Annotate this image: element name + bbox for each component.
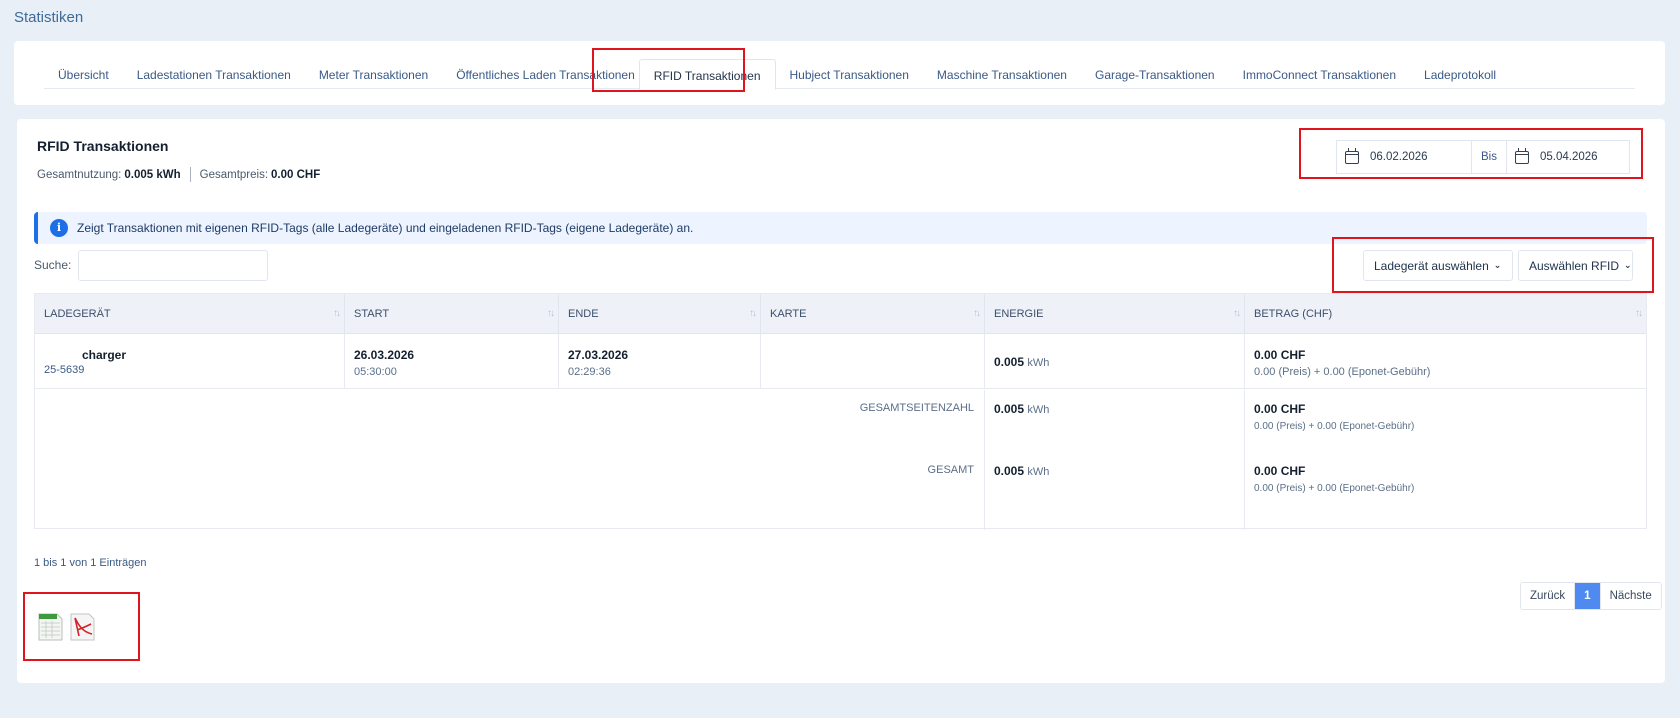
sort-icon: ↑↓ <box>973 308 981 319</box>
date-to-field[interactable]: 05.04.2026 <box>1506 141 1629 173</box>
tab-charging-stations-transactions[interactable]: Ladestationen Transaktionen <box>123 59 305 89</box>
pagination-prev-button[interactable]: Zurück <box>1521 583 1576 609</box>
date-from-field[interactable]: 06.02.2026 <box>1337 141 1472 173</box>
info-text: Zeigt Transaktionen mit eigenen RFID-Tag… <box>77 221 694 235</box>
date-to-value: 05.04.2026 <box>1540 151 1598 163</box>
table-row: charger 25-5639 26.03.2026 05:30:00 27.0… <box>35 334 1646 389</box>
column-header-end[interactable]: ENDE ↑↓ <box>559 294 761 334</box>
usage-label: Gesamtnutzung: <box>37 168 122 181</box>
cell-energy: 0.005 kWh <box>985 334 1245 389</box>
start-time: 05:30:00 <box>354 366 397 378</box>
charger-id: 25-5639 <box>44 364 85 376</box>
charger-name: charger <box>82 348 127 362</box>
table-header: LADEGERÄT ↑↓ START ↑↓ ENDE ↑↓ KARTE ↑↓ ENERG… <box>35 294 1646 334</box>
tab-public-charging-transactions[interactable]: Öffentliches Laden Transaktionen <box>442 59 639 89</box>
transactions-table: LADEGERÄT ↑↓ START ↑↓ ENDE ↑↓ KARTE ↑↓ ENERG… <box>34 293 1647 530</box>
sort-icon: ↑↓ <box>1233 308 1241 319</box>
end-time: 02:29:36 <box>568 366 611 378</box>
rfid-select-label: Auswählen RFID <box>1529 258 1620 273</box>
grand-total-amount-detail: 0.00 (Preis) + 0.00 (Eponet-Gebühr) <box>1254 483 1415 494</box>
page-title: Statistiken <box>14 9 84 26</box>
excel-export-icon[interactable] <box>37 612 64 642</box>
totals-label-column <box>35 390 985 530</box>
column-header-charger[interactable]: LADEGERÄT ↑↓ <box>35 294 345 334</box>
tab-immoconnect-transactions[interactable]: ImmoConnect Transaktionen <box>1229 59 1410 89</box>
column-header-card[interactable]: KARTE ↑↓ <box>761 294 985 334</box>
pdf-export-icon[interactable] <box>69 612 96 642</box>
cell-card <box>761 334 985 389</box>
cell-amount: 0.00 CHF 0.00 (Preis) + 0.00 (Eponet-Geb… <box>1245 334 1646 389</box>
amount-detail: 0.00 (Preis) + 0.00 (Eponet-Gebühr) <box>1254 366 1431 378</box>
date-from-value: 06.02.2026 <box>1370 151 1428 163</box>
info-alert: i Zeigt Transaktionen mit eigenen RFID-T… <box>34 212 1647 244</box>
energy-value: 0.005 <box>994 355 1025 369</box>
column-header-amount[interactable]: BETRAG (CHF) ↑↓ <box>1245 294 1646 334</box>
tab-overview[interactable]: Übersicht <box>44 59 123 89</box>
cell-charger: charger 25-5639 <box>35 334 345 389</box>
date-range-picker: 06.02.2026 Bis 05.04.2026 <box>1336 140 1630 174</box>
calendar-icon <box>1515 147 1529 164</box>
entries-info: 1 bis 1 von 1 Einträgen <box>34 557 147 569</box>
tab-rfid-transactions[interactable]: RFID Transaktionen <box>638 59 776 90</box>
charger-select-dropdown[interactable]: Ladegerät auswählen ⌄ <box>1363 250 1513 281</box>
search-label: Suche: <box>34 258 72 272</box>
calendar-icon <box>1345 147 1359 164</box>
date-range-separator: Bis <box>1481 151 1497 163</box>
section-title: RFID Transaktionen <box>37 138 169 154</box>
tab-garage-transactions[interactable]: Garage-Transaktionen <box>1081 59 1229 89</box>
search-input[interactable] <box>78 250 268 281</box>
tab-charging-log[interactable]: Ladeprotokoll <box>1410 59 1510 89</box>
grand-total-label: GESAMT <box>927 464 974 476</box>
tab-machine-transactions[interactable]: Maschine Transaktionen <box>923 59 1081 89</box>
tab-bar: Übersicht Ladestationen Transaktionen Me… <box>44 59 1635 90</box>
end-date: 27.03.2026 <box>568 348 629 362</box>
cell-end: 27.03.2026 02:29:36 <box>559 334 761 389</box>
grand-total-amount: 0.00 CHF <box>1254 464 1306 478</box>
chevron-down-icon: ⌄ <box>1624 260 1632 270</box>
pagination: Zurück 1 Nächste <box>1520 582 1662 610</box>
info-icon: i <box>50 219 68 237</box>
tab-hubject-transactions[interactable]: Hubject Transaktionen <box>776 59 923 89</box>
pagination-page-button[interactable]: 1 <box>1575 583 1600 609</box>
sort-icon: ↑↓ <box>547 308 555 319</box>
usage-value: 0.005 kWh <box>124 168 181 181</box>
tabs-card: Übersicht Ladestationen Transaktionen Me… <box>14 41 1665 105</box>
rfid-select-dropdown[interactable]: Auswählen RFID ⌄ <box>1518 250 1633 281</box>
tab-meter-transactions[interactable]: Meter Transaktionen <box>305 59 442 89</box>
chevron-down-icon: ⌄ <box>1493 260 1502 270</box>
column-header-energy[interactable]: ENERGIE ↑↓ <box>985 294 1245 334</box>
price-value: 0.00 CHF <box>271 168 321 181</box>
sort-icon: ↑↓ <box>333 308 341 319</box>
charger-select-label: Ladegerät auswählen <box>1374 258 1489 273</box>
grand-total-energy: 0.005 <box>994 464 1025 478</box>
rfid-transactions-panel: RFID Transaktionen Gesamtnutzung: 0.005 … <box>17 119 1665 683</box>
grand-total-energy-unit: kWh <box>1027 466 1050 478</box>
page-total-energy-unit: kWh <box>1027 404 1050 416</box>
sort-icon: ↑↓ <box>749 308 757 319</box>
pagination-next-button[interactable]: Nächste <box>1599 583 1661 609</box>
price-label: Gesamtpreis: <box>199 168 269 181</box>
sort-icon: ↑↓ <box>1635 308 1643 319</box>
page-total-energy: 0.005 <box>994 402 1025 416</box>
start-date: 26.03.2026 <box>354 348 415 362</box>
energy-unit: kWh <box>1027 357 1050 369</box>
column-header-start[interactable]: START ↑↓ <box>345 294 559 334</box>
cell-start: 26.03.2026 05:30:00 <box>345 334 559 389</box>
summary-divider <box>189 167 191 182</box>
usage-summary: Gesamtnutzung: 0.005 kWh Gesamtpreis: 0.… <box>37 167 320 182</box>
amount-value: 0.00 CHF <box>1254 348 1306 362</box>
page-total-amount-detail: 0.00 (Preis) + 0.00 (Eponet-Gebühr) <box>1254 421 1415 432</box>
page-total-amount: 0.00 CHF <box>1254 402 1306 416</box>
page-total-label: GESAMTSEITENZAHL <box>859 402 974 414</box>
table-totals: GESAMTSEITENZAHL 0.005 kWh 0.00 CHF 0.00… <box>35 390 1646 530</box>
